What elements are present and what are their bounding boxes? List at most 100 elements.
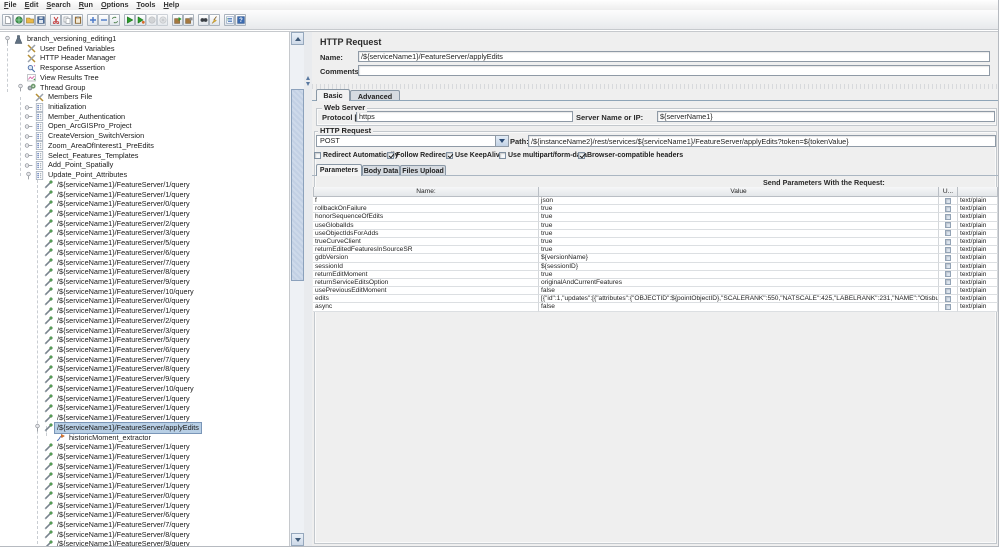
param-value-cell[interactable]: ${versionName}: [539, 254, 939, 263]
param-name-cell[interactable]: f: [313, 197, 539, 206]
checkbox-unchecked-icon[interactable]: [314, 152, 321, 159]
url-encode-checkbox[interactable]: [945, 238, 951, 245]
param-content-type-cell[interactable]: text/plain: [958, 303, 998, 312]
toolbar-start-button[interactable]: [124, 13, 135, 26]
toolbar-shutdown-button[interactable]: [157, 13, 168, 26]
url-encode-checkbox[interactable]: [945, 230, 951, 237]
param-value-cell[interactable]: true: [539, 205, 939, 214]
menu-options[interactable]: Options: [97, 0, 133, 10]
param-name-cell[interactable]: async: [313, 303, 539, 312]
toolbar-copy-button[interactable]: [61, 13, 72, 26]
checkbox-unchecked-icon[interactable]: [499, 152, 506, 159]
param-name-cell[interactable]: gdbVersion: [313, 254, 539, 263]
param-url-encode-cell[interactable]: [939, 246, 958, 255]
checkbox-checked-icon[interactable]: [387, 152, 394, 159]
param-value-cell[interactable]: json: [539, 197, 939, 206]
param-name-cell[interactable]: rollbackOnFailure: [313, 205, 539, 214]
scroll-down-button[interactable]: [291, 533, 304, 546]
url-encode-checkbox[interactable]: [945, 263, 951, 270]
menu-run[interactable]: Run: [75, 0, 97, 10]
option-browser-compatible-headers[interactable]: Browser-compatible headers: [578, 151, 683, 160]
tree-item[interactable]: /${serviceName1}/FeatureServer/6/query: [0, 345, 289, 355]
url-encode-checkbox[interactable]: [945, 213, 951, 220]
param-content-type-cell[interactable]: text/plain: [958, 205, 998, 214]
param-url-encode-cell[interactable]: [939, 295, 958, 304]
url-encode-checkbox[interactable]: [945, 304, 951, 311]
tree-item[interactable]: historicMoment_extractor: [0, 433, 289, 443]
comments-field[interactable]: [358, 65, 990, 76]
param-url-encode-cell[interactable]: [939, 237, 958, 247]
scrollbar-thumb[interactable]: [291, 89, 304, 281]
url-encode-checkbox[interactable]: [945, 271, 951, 278]
column-header-name[interactable]: Name:: [313, 187, 539, 197]
param-content-type-cell[interactable]: text/plain: [958, 287, 998, 296]
tree-item[interactable]: /${serviceName1}/FeatureServer/3/query: [0, 228, 289, 238]
tree-item[interactable]: /${serviceName1}/FeatureServer/5/query: [0, 335, 289, 345]
tree-item[interactable]: /${serviceName1}/FeatureServer/1/query: [0, 471, 289, 481]
toolbar-function-helper-button[interactable]: [224, 13, 235, 26]
tree-scrollbar[interactable]: [289, 31, 304, 546]
toolbar-search-reset-button[interactable]: [209, 13, 220, 26]
param-value-cell[interactable]: [{"id":1,"updates":[{"attributes":{"OBJE…: [539, 295, 939, 304]
toolbar-paste-button[interactable]: [72, 13, 83, 26]
toolbar-open-button[interactable]: [24, 13, 35, 26]
param-value-cell[interactable]: false: [539, 287, 939, 296]
param-value-cell[interactable]: true: [539, 229, 939, 238]
toolbar-search-button[interactable]: [198, 13, 209, 26]
url-encode-checkbox[interactable]: [945, 279, 951, 286]
toolbar-save-button[interactable]: [35, 13, 46, 26]
tree-item[interactable]: /${serviceName1}/FeatureServer/1/query: [0, 413, 289, 423]
tree-collapsed-handle[interactable]: [24, 103, 35, 112]
url-encode-checkbox[interactable]: [945, 222, 951, 229]
param-url-encode-cell[interactable]: [939, 229, 958, 238]
url-encode-checkbox[interactable]: [945, 246, 951, 253]
tree-collapsed-handle[interactable]: [24, 122, 35, 131]
url-encode-checkbox[interactable]: [945, 287, 951, 294]
tab-basic[interactable]: Basic: [316, 89, 350, 101]
tree-item[interactable]: User Defined Variables: [0, 44, 289, 54]
splitter-collapse-icon[interactable]: [306, 76, 310, 80]
tree-collapsed-handle[interactable]: [24, 141, 35, 150]
tree-item[interactable]: CreateVersion_SwitchVersion: [0, 131, 289, 141]
column-header-value[interactable]: Value: [539, 187, 939, 197]
tree-item[interactable]: View Results Tree: [0, 73, 289, 83]
tree-collapsed-handle[interactable]: [24, 112, 35, 121]
tree-item[interactable]: /${serviceName1}/FeatureServer/6/query: [0, 248, 289, 258]
tree-item[interactable]: /${serviceName1}/FeatureServer/2/query: [0, 316, 289, 326]
tree-item[interactable]: Initialization: [0, 102, 289, 112]
tree-item[interactable]: /${serviceName1}/FeatureServer/9/query: [0, 374, 289, 384]
url-encode-checkbox[interactable]: [945, 254, 951, 261]
name-field[interactable]: [358, 51, 990, 62]
menu-tools[interactable]: Tools: [133, 0, 160, 10]
param-name-cell[interactable]: edits: [313, 295, 539, 304]
param-content-type-cell[interactable]: text/plain: [958, 270, 998, 279]
tree-item[interactable]: /${serviceName1}/FeatureServer/1/query: [0, 403, 289, 413]
tree-item[interactable]: /${serviceName1}/FeatureServer/7/query: [0, 520, 289, 530]
url-encode-checkbox[interactable]: [945, 205, 951, 212]
tree-item[interactable]: /${serviceName1}/FeatureServer/6/query: [0, 510, 289, 520]
param-url-encode-cell[interactable]: [939, 287, 958, 296]
param-url-encode-cell[interactable]: [939, 262, 958, 271]
param-content-type-cell[interactable]: text/plain: [958, 237, 998, 247]
tree-item[interactable]: /${serviceName1}/FeatureServer/9/query: [0, 539, 289, 546]
toolbar-cut-button[interactable]: [50, 13, 61, 26]
menu-file[interactable]: File: [0, 0, 21, 10]
param-url-encode-cell[interactable]: [939, 221, 958, 230]
param-value-cell[interactable]: true: [539, 237, 939, 247]
tree-item[interactable]: Update_Point_Attributes: [0, 170, 289, 180]
toolbar-stop-button[interactable]: [146, 13, 157, 26]
param-content-type-cell[interactable]: text/plain: [958, 254, 998, 263]
tree-expanded-handle[interactable]: [16, 83, 27, 92]
test-plan-tree[interactable]: branch_versioning_editing1 User Defined V…: [0, 31, 289, 546]
tree-collapsed-handle[interactable]: [24, 132, 35, 141]
scroll-up-button[interactable]: [291, 32, 304, 45]
tree-expanded-handle[interactable]: [24, 171, 35, 180]
param-url-encode-cell[interactable]: [939, 278, 958, 288]
splitter-expand-icon[interactable]: [306, 82, 310, 86]
toolbar-toggle-button[interactable]: [109, 13, 120, 26]
protocol-field[interactable]: [356, 111, 573, 122]
tree-item[interactable]: branch_versioning_editing1: [0, 34, 289, 44]
toolbar-start-no-pauses-button[interactable]: [135, 13, 146, 26]
param-value-cell[interactable]: true: [539, 270, 939, 279]
tree-item[interactable]: /${serviceName1}/FeatureServer/7/query: [0, 258, 289, 268]
